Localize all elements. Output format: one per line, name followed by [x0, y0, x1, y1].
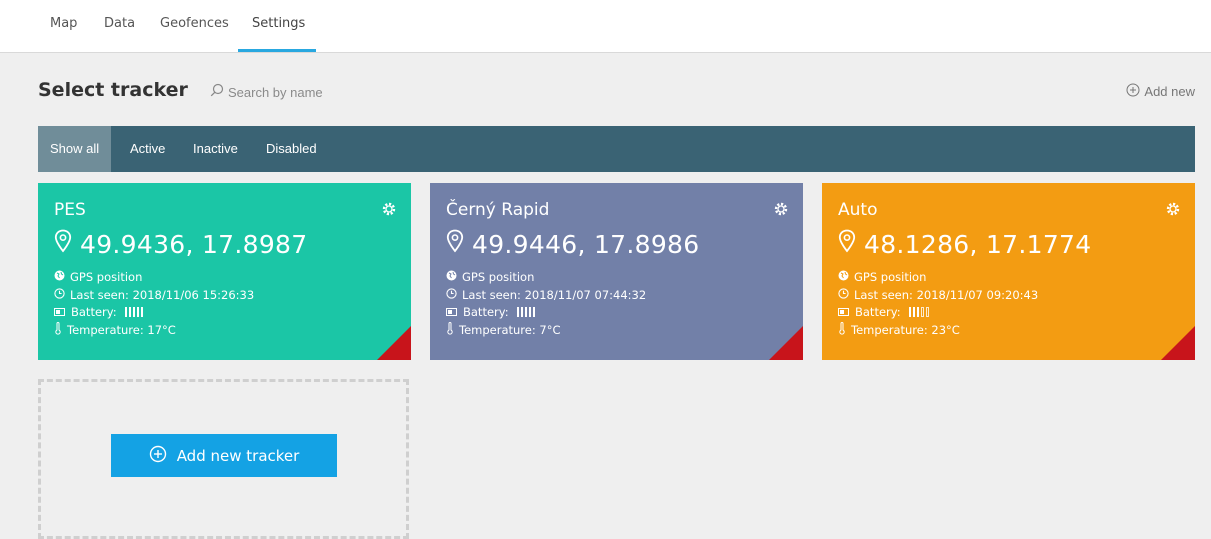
globe-icon: [54, 270, 65, 284]
clock-icon: [838, 288, 849, 302]
battery-bar: [140, 307, 143, 317]
plus-circle-icon: [149, 445, 167, 467]
add-new-label: Add new: [1144, 84, 1195, 99]
tracker-source: GPS position: [446, 270, 534, 284]
tracker-battery: Battery:: [838, 305, 929, 319]
tracker-battery: Battery:: [54, 305, 143, 319]
gear-icon[interactable]: [1165, 201, 1181, 221]
search-box[interactable]: [210, 82, 410, 102]
globe-icon: [838, 270, 849, 284]
tracker-card-cerny-rapid[interactable]: Černý Rapid 49.9446, 17.8986 GPS positio…: [430, 183, 803, 360]
tracker-source: GPS position: [54, 270, 142, 284]
battery-bars: [124, 307, 143, 317]
filter-inactive[interactable]: Inactive: [193, 126, 238, 172]
tracker-temperature: Temperature: 7°C: [446, 322, 560, 338]
tracker-temperature-label: Temperature: 23°C: [851, 323, 960, 337]
tracker-battery-label: Battery:: [71, 305, 117, 319]
tracker-card-auto[interactable]: Auto 48.1286, 17.1774 GPS position Last …: [822, 183, 1195, 360]
thermometer-icon: [54, 322, 62, 338]
tracker-coords-row: 49.9446, 17.8986: [446, 229, 699, 259]
filter-active[interactable]: Active: [130, 126, 165, 172]
top-navigation: Map Data Geofences Settings: [0, 0, 1211, 53]
battery-bar: [925, 307, 929, 317]
gear-icon[interactable]: [381, 201, 397, 221]
clock-icon: [54, 288, 65, 302]
tracker-coords: 49.9436, 17.8987: [80, 229, 308, 259]
plus-circle-icon: [1126, 83, 1140, 100]
tracker-coords-row: 48.1286, 17.1774: [838, 229, 1091, 259]
battery-bar: [912, 307, 915, 317]
clock-icon: [446, 288, 457, 302]
battery-icon: [838, 305, 850, 319]
tracker-last-seen: Last seen: 2018/11/07 09:20:43: [838, 288, 1038, 302]
battery-bar: [908, 307, 911, 317]
add-new-tracker-button[interactable]: Add new tracker: [111, 434, 337, 477]
tracker-source-label: GPS position: [70, 270, 143, 284]
battery-bar: [916, 307, 919, 317]
map-pin-icon: [446, 229, 464, 259]
battery-bars: [908, 307, 929, 317]
tab-data[interactable]: Data: [104, 16, 135, 31]
filter-bar: Show all Active Inactive Disabled: [38, 126, 1195, 172]
battery-icon: [54, 305, 66, 319]
battery-bar: [132, 307, 135, 317]
add-new-link[interactable]: Add new: [1126, 83, 1195, 100]
search-icon: [210, 83, 224, 101]
tracker-coords: 49.9446, 17.8986: [472, 229, 700, 259]
tracker-card-pes[interactable]: PES 49.9436, 17.8987 GPS position Last s…: [38, 183, 411, 360]
tracker-name: PES: [54, 200, 86, 220]
tracker-battery-label: Battery:: [463, 305, 509, 319]
tracker-name: Černý Rapid: [446, 200, 550, 220]
search-input[interactable]: [228, 84, 398, 100]
battery-bar: [124, 307, 127, 317]
add-new-tracker-label: Add new tracker: [176, 446, 300, 465]
tracker-name: Auto: [838, 200, 878, 220]
tracker-last-seen-label: Last seen: 2018/11/07 07:44:32: [462, 288, 647, 302]
tracker-temperature: Temperature: 23°C: [838, 322, 960, 338]
battery-bar: [532, 307, 535, 317]
status-corner-flag: [1161, 326, 1195, 360]
active-tab-indicator: [238, 49, 316, 52]
filter-show-all[interactable]: Show all: [38, 126, 112, 172]
map-pin-icon: [54, 229, 72, 259]
battery-bar: [516, 307, 519, 317]
thermometer-icon: [446, 322, 454, 338]
filter-disabled[interactable]: Disabled: [266, 126, 317, 172]
tracker-coords: 48.1286, 17.1774: [864, 229, 1092, 259]
gear-icon[interactable]: [773, 201, 789, 221]
tab-settings[interactable]: Settings: [252, 16, 305, 31]
status-corner-flag: [377, 326, 411, 360]
tracker-source-label: GPS position: [854, 270, 927, 284]
tracker-source: GPS position: [838, 270, 926, 284]
globe-icon: [446, 270, 457, 284]
tab-geofences[interactable]: Geofences: [160, 16, 229, 31]
tracker-last-seen-label: Last seen: 2018/11/06 15:26:33: [70, 288, 255, 302]
battery-icon: [446, 305, 458, 319]
tracker-last-seen: Last seen: 2018/11/06 15:26:33: [54, 288, 254, 302]
battery-bar: [520, 307, 523, 317]
thermometer-icon: [838, 322, 846, 338]
map-pin-icon: [838, 229, 856, 259]
tracker-last-seen-label: Last seen: 2018/11/07 09:20:43: [854, 288, 1039, 302]
tracker-coords-row: 49.9436, 17.8987: [54, 229, 307, 259]
battery-bar: [920, 307, 924, 317]
battery-bar: [528, 307, 531, 317]
battery-bar: [128, 307, 131, 317]
battery-bars: [516, 307, 535, 317]
tracker-temperature: Temperature: 17°C: [54, 322, 176, 338]
tracker-last-seen: Last seen: 2018/11/07 07:44:32: [446, 288, 646, 302]
page-title: Select tracker: [38, 79, 188, 101]
tracker-source-label: GPS position: [462, 270, 535, 284]
battery-bar: [524, 307, 527, 317]
tracker-temperature-label: Temperature: 7°C: [459, 323, 561, 337]
battery-bar: [136, 307, 139, 317]
tracker-battery-label: Battery:: [855, 305, 901, 319]
status-corner-flag: [769, 326, 803, 360]
tracker-temperature-label: Temperature: 17°C: [67, 323, 176, 337]
tab-map[interactable]: Map: [50, 16, 77, 31]
tracker-battery: Battery:: [446, 305, 535, 319]
